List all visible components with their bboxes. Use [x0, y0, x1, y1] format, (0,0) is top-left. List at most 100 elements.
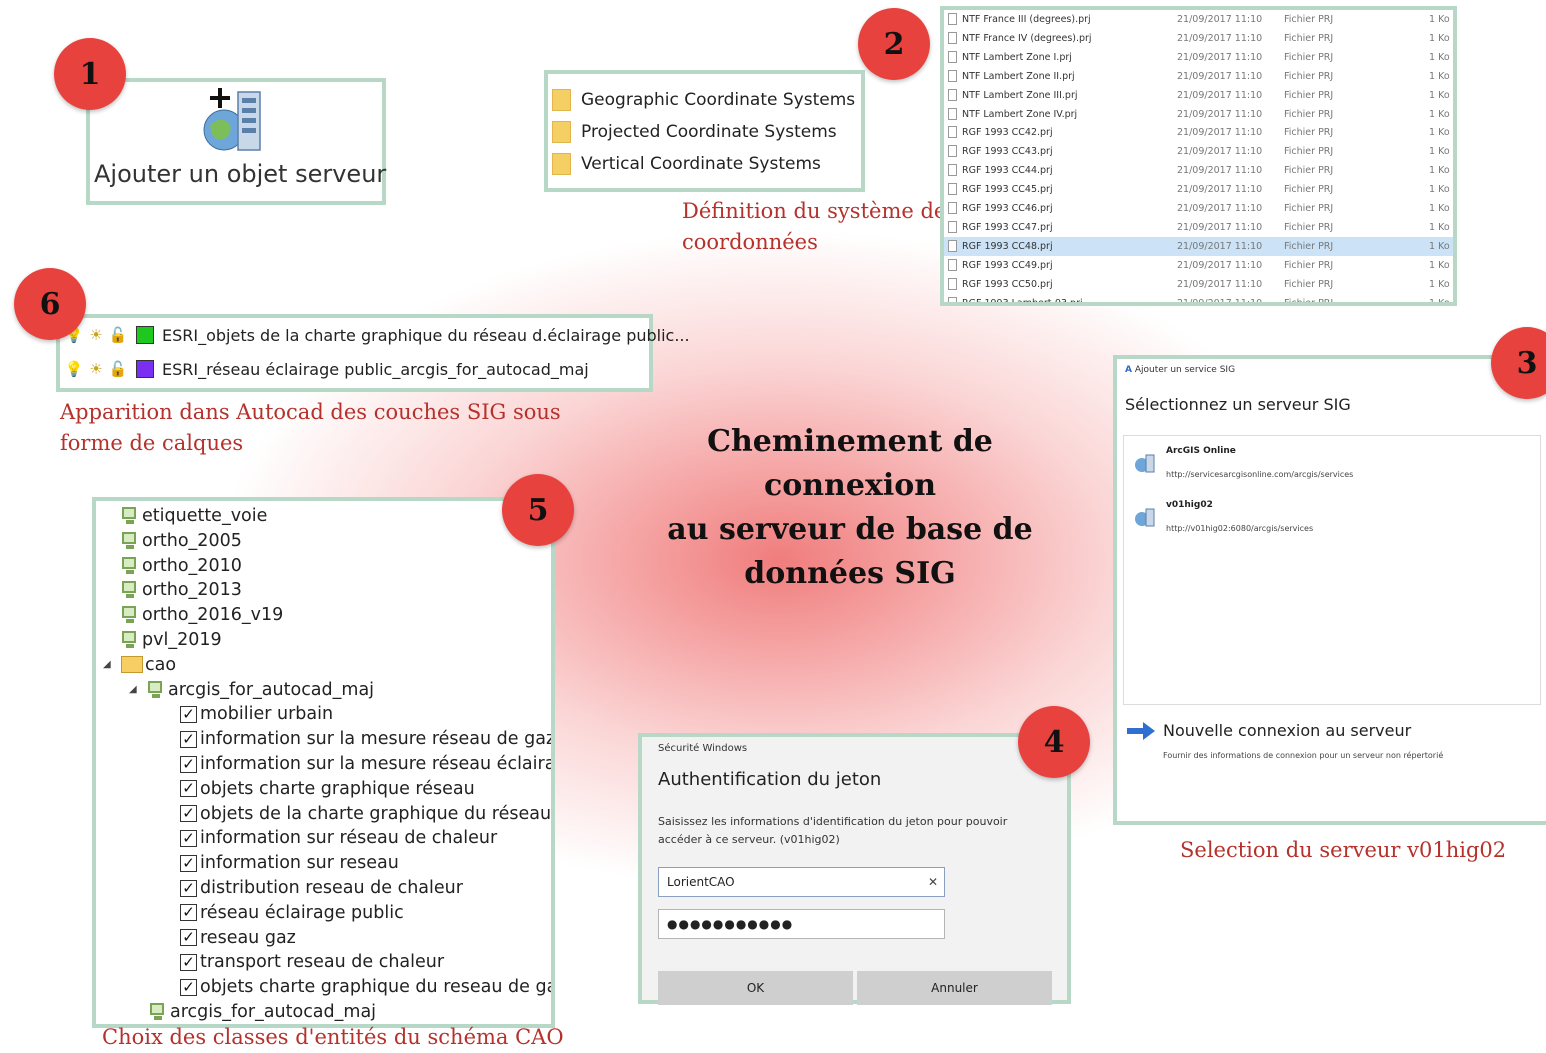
- file-row[interactable]: RGF 1993 CC47.prj 21/09/2017 11:10 Fichier…: [944, 218, 1453, 237]
- tree-row[interactable]: ✓ reseau gaz: [180, 926, 296, 950]
- tree-row[interactable]: ✓ mobilier urbain: [180, 702, 333, 726]
- window-title: A Ajouter un service SIG: [1125, 365, 1235, 375]
- tree-row[interactable]: ✓ objets de la charte graphique du réseau…: [180, 802, 551, 826]
- tree-row[interactable]: ✓ objets charte graphique réseau: [180, 777, 475, 801]
- checkbox-checked-icon[interactable]: ✓: [180, 879, 197, 897]
- file-row[interactable]: RGF 1993 CC50.prj 21/09/2017 11:10 Fichier…: [944, 275, 1453, 294]
- expand-triangle-icon[interactable]: ◢: [129, 684, 141, 695]
- layer-color-swatch[interactable]: [136, 326, 154, 344]
- expand-triangle-icon[interactable]: ◢: [103, 659, 115, 670]
- file-name: RGF 1993 CC45.prj: [962, 184, 1053, 196]
- tree-row[interactable]: ✓ information sur la mesure réseau éclair…: [180, 752, 551, 776]
- file-type: Fichier PRJ: [1284, 108, 1334, 120]
- folder-geographic[interactable]: Geographic Coordinate Systems: [552, 86, 855, 114]
- folder-icon: [121, 656, 143, 674]
- layer-icon: [121, 605, 139, 625]
- tree-label: information sur réseau de chaleur: [200, 828, 498, 849]
- cancel-button[interactable]: Annuler: [857, 971, 1052, 1005]
- tree-row[interactable]: ✓ distribution reseau de chaleur: [180, 876, 463, 900]
- checkbox-checked-icon[interactable]: ✓: [180, 929, 197, 947]
- username-field[interactable]: LorientCAO ✕: [658, 867, 945, 897]
- checkbox-checked-icon[interactable]: ✓: [180, 780, 197, 798]
- checkbox-checked-icon[interactable]: ✓: [180, 805, 197, 823]
- tree-row[interactable]: ortho_2010: [121, 554, 242, 578]
- tree-row[interactable]: ✓ réseau éclairage public: [180, 901, 404, 925]
- layer-icon: [149, 1002, 167, 1022]
- file-date: 21/09/2017 11:10: [1177, 146, 1263, 158]
- tree-label: reseau gaz: [200, 927, 296, 948]
- file-type: Fichier PRJ: [1284, 89, 1334, 101]
- tree-row[interactable]: ✓ information sur réseau de chaleur: [180, 826, 497, 850]
- checkbox-checked-icon[interactable]: ✓: [180, 730, 197, 748]
- file-row[interactable]: NTF Lambert Zone IV.prj 21/09/2017 11:10 F…: [944, 105, 1453, 124]
- tree-row[interactable]: ortho_2016_v19: [121, 603, 283, 627]
- tree-row[interactable]: ✓ information sur la mesure réseau de gaz: [180, 727, 551, 751]
- tree-row[interactable]: ✓ transport reseau de chaleur: [180, 950, 444, 974]
- checkbox-checked-icon[interactable]: ✓: [180, 904, 197, 922]
- file-date: 21/09/2017 11:10: [1177, 278, 1263, 290]
- tree-row[interactable]: ortho_2005: [121, 529, 242, 553]
- sun-icon[interactable]: ☀: [88, 360, 104, 378]
- file-size: 1 Ko: [1429, 108, 1450, 120]
- password-field[interactable]: ●●●●●●●●●●●: [658, 909, 945, 939]
- bulb-icon[interactable]: 💡: [65, 360, 84, 378]
- step-badge-2: 2: [858, 8, 930, 80]
- checkbox-checked-icon[interactable]: ✓: [180, 755, 197, 773]
- caption-autocad-layers: Apparition dans Autocad des couches SIG …: [60, 397, 561, 459]
- folder-projected[interactable]: Projected Coordinate Systems: [552, 118, 837, 146]
- folder-label: Geographic Coordinate Systems: [581, 90, 856, 110]
- tree-row[interactable]: ◢ arcgis_for_autocad_maj: [129, 678, 374, 702]
- server-list: ArcGIS Online http://servicesarcgisonlin…: [1123, 435, 1541, 705]
- file-row[interactable]: RGF 1993 CC48.prj 21/09/2017 11:10 Fichier…: [944, 236, 1453, 256]
- tree-row[interactable]: ortho_2013: [121, 578, 242, 602]
- file-row[interactable]: RGF 1993 CC49.prj 21/09/2017 11:10 Fichier…: [944, 256, 1453, 275]
- file-row[interactable]: RGF 1993 CC44.prj 21/09/2017 11:10 Fichier…: [944, 161, 1453, 180]
- unlock-icon[interactable]: 🔓: [109, 360, 128, 378]
- file-row[interactable]: NTF Lambert Zone I.prj 21/09/2017 11:10 Fi…: [944, 48, 1453, 67]
- tree-row[interactable]: ✓ objets charte graphique du reseau de ga…: [180, 975, 551, 999]
- token-auth-dialog: Sécurité Windows Authentification du jet…: [638, 733, 1071, 1005]
- server-url: http://v01hig02:6080/arcgis/services: [1166, 524, 1314, 533]
- file-row[interactable]: NTF Lambert Zone III.prj 21/09/2017 11:10…: [944, 86, 1453, 105]
- file-type: Fichier PRJ: [1284, 184, 1334, 196]
- file-row[interactable]: RGF 1993 Lambert-93.prj 21/09/2017 11:10 F…: [944, 294, 1453, 302]
- file-date: 21/09/2017 11:10: [1177, 32, 1263, 44]
- layer-row[interactable]: 💡 ☀ 🔓 ESRI_réseau éclairage public_arcgi…: [65, 355, 589, 383]
- file-type: Fichier PRJ: [1284, 51, 1334, 63]
- layer-row[interactable]: 💡 ☀ 🔓 ESRI_objets de la charte graphique…: [65, 321, 690, 349]
- server-url: http://servicesarcgisonline.com/arcgis/s…: [1166, 470, 1354, 479]
- file-size: 1 Ko: [1429, 89, 1450, 101]
- file-row[interactable]: NTF France III (degrees).prj 21/09/2017 1…: [944, 10, 1453, 29]
- file-row[interactable]: RGF 1993 CC45.prj 21/09/2017 11:10 Fichier…: [944, 180, 1453, 199]
- tree-row[interactable]: ✓ information sur reseau: [180, 851, 399, 875]
- checkbox-checked-icon[interactable]: ✓: [180, 829, 197, 847]
- file-row[interactable]: RGF 1993 CC42.prj 21/09/2017 11:10 Fichier…: [944, 123, 1453, 142]
- folder-vertical[interactable]: Vertical Coordinate Systems: [552, 150, 821, 178]
- checkbox-checked-icon[interactable]: ✓: [180, 978, 197, 996]
- layer-icon: [147, 680, 165, 700]
- add-server-object-panel[interactable]: Ajouter un objet serveur: [86, 78, 386, 205]
- layer-color-swatch[interactable]: [136, 360, 154, 378]
- file-row[interactable]: RGF 1993 CC43.prj 21/09/2017 11:10 Fichier…: [944, 142, 1453, 161]
- tree-row[interactable]: etiquette_voie: [121, 504, 267, 528]
- checkbox-checked-icon[interactable]: ✓: [180, 705, 197, 723]
- file-row[interactable]: NTF France IV (degrees).prj 21/09/2017 11…: [944, 29, 1453, 48]
- file-date: 21/09/2017 11:10: [1177, 221, 1263, 233]
- new-connection-link[interactable]: Nouvelle connexion au serveur: [1127, 721, 1411, 740]
- file-row[interactable]: RGF 1993 CC46.prj 21/09/2017 11:10 Fichier…: [944, 199, 1453, 218]
- tree-row[interactable]: pvl_2019: [121, 628, 222, 652]
- ok-button[interactable]: OK: [658, 971, 853, 1005]
- checkbox-checked-icon[interactable]: ✓: [180, 953, 197, 971]
- sun-icon[interactable]: ☀: [88, 326, 104, 344]
- layer-icon: [121, 630, 139, 650]
- clear-icon[interactable]: ✕: [928, 868, 938, 896]
- checkbox-checked-icon[interactable]: ✓: [180, 854, 197, 872]
- tree-row[interactable]: ◢ cao: [103, 653, 176, 677]
- caption-coordinate-system: Définition du système de coordonnées: [682, 196, 946, 258]
- file-row[interactable]: NTF Lambert Zone II.prj 21/09/2017 11:10 F…: [944, 67, 1453, 86]
- file-name: RGF 1993 CC49.prj: [962, 259, 1053, 271]
- unlock-icon[interactable]: 🔓: [109, 326, 128, 344]
- tree-row[interactable]: arcgis_for_autocad_maj: [149, 1000, 376, 1024]
- title-line: au serveur de base de: [667, 512, 1033, 547]
- file-date: 21/09/2017 11:10: [1177, 203, 1263, 214]
